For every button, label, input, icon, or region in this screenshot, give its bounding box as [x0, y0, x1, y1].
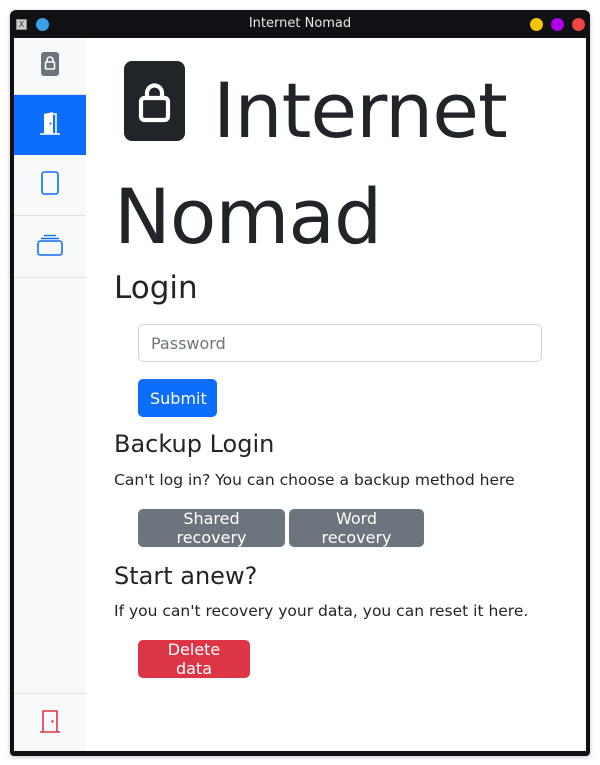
collection-icon — [37, 234, 63, 260]
sidebar-item-lock[interactable] — [14, 38, 86, 95]
minimize-button[interactable] — [530, 18, 543, 31]
door-closed-icon — [39, 709, 61, 737]
sidebar-item-page[interactable] — [14, 155, 86, 216]
maximize-button[interactable] — [551, 18, 564, 31]
page-title: Internet Nomad — [114, 58, 574, 270]
backup-login-description: Can't log in? You can choose a backup me… — [114, 471, 515, 489]
lock-icon — [124, 61, 185, 141]
app-window: X Internet Nomad Internet Nomad Login Su… — [10, 10, 590, 756]
start-anew-heading: Start anew? — [114, 562, 258, 590]
door-open-icon — [39, 111, 61, 139]
login-heading: Login — [114, 270, 198, 306]
sidebar — [14, 38, 86, 751]
backup-login-heading: Backup Login — [114, 430, 275, 458]
page-icon — [41, 171, 59, 199]
title-bar[interactable]: X Internet Nomad — [10, 10, 590, 38]
start-anew-description: If you can't recovery your data, you can… — [114, 602, 529, 620]
window-title: Internet Nomad — [248, 16, 352, 31]
sidebar-item-door-open[interactable] — [14, 95, 86, 155]
sidebar-item-collection[interactable] — [14, 216, 86, 278]
password-input[interactable] — [138, 324, 542, 362]
submit-button[interactable]: Submit — [138, 379, 217, 417]
close-button[interactable] — [572, 18, 585, 31]
client-area: Internet Nomad Login Submit Backup Login… — [14, 38, 586, 751]
shared-recovery-button[interactable]: Shared recovery — [138, 509, 285, 547]
word-recovery-button[interactable]: Word recovery — [289, 509, 424, 547]
lock-icon — [41, 52, 59, 80]
main-content: Internet Nomad Login Submit Backup Login… — [86, 38, 586, 751]
delete-data-button[interactable]: Delete data — [138, 640, 250, 678]
sidebar-item-exit[interactable] — [14, 693, 86, 751]
